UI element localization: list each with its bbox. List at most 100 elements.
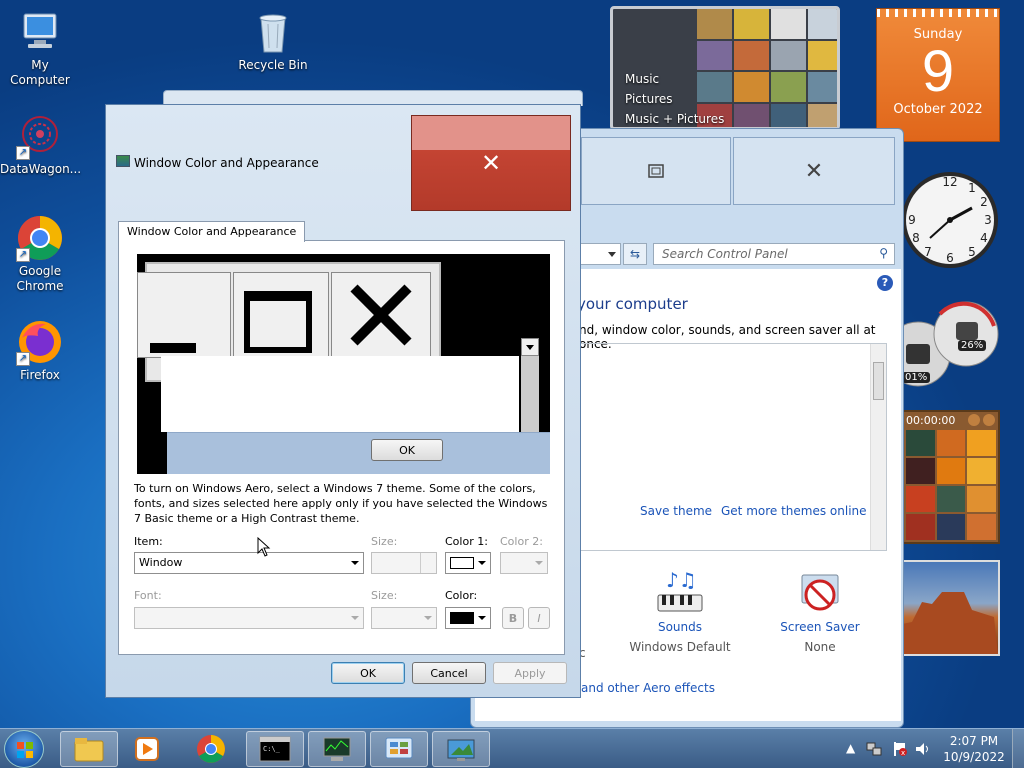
chevron-down-icon: [351, 616, 359, 620]
taskbar-control-panel[interactable]: [370, 731, 428, 767]
taskbar-personalization[interactable]: [432, 731, 490, 767]
apply-button[interactable]: Apply: [493, 662, 567, 684]
theme-list[interactable]: Save theme Get more themes online: [579, 343, 887, 551]
screen-saver-icon: [801, 574, 839, 611]
preview-ok-button: OK: [371, 439, 443, 461]
network-icon[interactable]: [866, 741, 882, 757]
puzzle-help-icon[interactable]: [983, 414, 995, 426]
font-size-select[interactable]: [371, 607, 437, 629]
media-item[interactable]: Pictures: [625, 89, 724, 109]
desktop-icon-label: DataWagon...: [0, 162, 82, 176]
dialog-title: Window Color and Appearance: [134, 156, 319, 170]
maximize-button[interactable]: [581, 137, 731, 205]
sounds-item[interactable]: ♪♫ Sounds Windows Default: [625, 568, 735, 654]
color1-label: Color 1:: [445, 535, 488, 548]
media-player-icon: [135, 737, 159, 761]
font-color-picker[interactable]: [445, 607, 491, 629]
start-button[interactable]: [4, 730, 44, 768]
svg-text:1: 1: [968, 181, 976, 195]
save-theme-link[interactable]: Save theme: [640, 504, 712, 518]
font-select[interactable]: [134, 607, 364, 629]
svg-text:12: 12: [942, 175, 957, 189]
taskbar-task-manager[interactable]: [308, 731, 366, 767]
taskbar: C:\_ ▲ x 2:07 PM 10/9/2022: [0, 728, 1024, 768]
desktop-icon-chrome[interactable]: ↗ Google Chrome: [0, 214, 80, 294]
recycle-bin-icon: [249, 8, 297, 56]
close-button[interactable]: ✕: [733, 137, 895, 205]
aero-effects-link[interactable]: and other Aero effects: [581, 681, 715, 695]
slideshow-gadget[interactable]: [900, 560, 1000, 656]
chevron-down-icon: [608, 252, 616, 257]
sounds-label: Sounds: [657, 620, 703, 634]
preview-minimize-button: [137, 272, 231, 358]
taskbar-explorer[interactable]: [60, 731, 118, 767]
item-label: Item:: [134, 535, 163, 548]
dialog-close-button[interactable]: ✕: [411, 115, 571, 211]
desktop-icon-recycle-bin[interactable]: Recycle Bin: [233, 8, 313, 73]
desktop-icon-label: Recycle Bin: [238, 58, 308, 72]
preview-window-body: [161, 356, 519, 432]
refresh-icon: ⇆: [629, 247, 641, 261]
page-heading: your computer: [577, 295, 688, 313]
appearance-preview[interactable]: OK: [137, 254, 550, 474]
preview-scrollbar: [521, 356, 539, 432]
clock-date[interactable]: 10/9/2022: [940, 750, 1008, 764]
bold-button[interactable]: B: [502, 607, 524, 629]
svg-text:3: 3: [984, 213, 992, 227]
dialog-app-icon: [116, 155, 130, 167]
color2-picker[interactable]: [500, 552, 548, 574]
media-item[interactable]: Music: [625, 69, 724, 89]
aero-description: To turn on Windows Aero, select a Window…: [134, 482, 548, 525]
picture-puzzle-gadget[interactable]: 00:00:00: [900, 410, 1000, 544]
search-input[interactable]: Search Control Panel ⚲: [653, 243, 895, 265]
address-dropdown[interactable]: [577, 243, 621, 265]
svg-text:2: 2: [980, 195, 988, 209]
size-spinner[interactable]: [371, 552, 437, 574]
color2-label: Color 2:: [500, 535, 543, 548]
media-item[interactable]: Music + Pictures: [625, 109, 724, 127]
item-select[interactable]: Window: [134, 552, 364, 574]
command-prompt-icon: C:\_: [259, 736, 291, 762]
preview-close-button: [331, 272, 431, 358]
sounds-icon: ♪♫: [657, 568, 703, 612]
personalization-icon: [447, 739, 475, 761]
mouse-cursor-icon: [257, 537, 271, 557]
theme-list-scrollbar[interactable]: [870, 344, 886, 550]
action-center-icon[interactable]: x: [892, 741, 908, 757]
preview-message-bar: [167, 432, 550, 474]
cpu-meter-gadget[interactable]: 01% 26%: [885, 298, 1000, 390]
taskbar-chrome[interactable]: [182, 731, 240, 767]
search-placeholder: Search Control Panel: [662, 247, 788, 261]
help-icon[interactable]: ?: [877, 275, 893, 291]
tab-window-color[interactable]: Window Color and Appearance: [118, 221, 306, 242]
desktop-icon-my-computer[interactable]: My Computer: [0, 8, 80, 88]
clock-time[interactable]: 2:07 PM: [944, 734, 1004, 748]
chevron-down-icon: [424, 616, 432, 620]
font-color-label: Color:: [445, 589, 478, 602]
ok-button[interactable]: OK: [331, 662, 405, 684]
cancel-button[interactable]: Cancel: [412, 662, 486, 684]
desktop-icon-firefox[interactable]: ↗ Firefox: [0, 318, 80, 383]
spinner-arrows-icon: [420, 553, 436, 573]
screen-saver-item[interactable]: Screen Saver None: [765, 569, 875, 654]
search-icon[interactable]: ⚲: [879, 246, 888, 260]
clock-gadget[interactable]: 12 1 2 3 4 5 6 7 8 9: [900, 158, 1000, 282]
taskbar-media-player[interactable]: [118, 731, 176, 767]
italic-button[interactable]: I: [528, 607, 550, 629]
get-more-themes-link[interactable]: Get more themes online: [721, 504, 867, 518]
taskbar-command-prompt[interactable]: C:\_: [246, 731, 304, 767]
show-hidden-icons-button[interactable]: ▲: [846, 741, 855, 755]
show-desktop-button[interactable]: [1012, 729, 1024, 768]
desktop-icon-label: Firefox: [20, 368, 60, 382]
chevron-down-icon: [478, 561, 486, 565]
window-color-dialog: Window Color and Appearance ✕ Window Col…: [105, 104, 581, 698]
refresh-button[interactable]: ⇆: [623, 243, 647, 265]
volume-icon[interactable]: [914, 741, 932, 757]
media-center-gadget[interactable]: Music Pictures Music + Pictures: [610, 6, 840, 130]
preview-scroll-arrow: [521, 338, 539, 356]
desktop-icon-datawagon[interactable]: ↗ DataWagon...: [0, 112, 82, 177]
puzzle-settings-icon[interactable]: [968, 414, 980, 426]
chrome-icon: [197, 735, 225, 763]
calendar-gadget[interactable]: Sunday 9 October 2022: [876, 8, 1000, 142]
color1-picker[interactable]: [445, 552, 491, 574]
